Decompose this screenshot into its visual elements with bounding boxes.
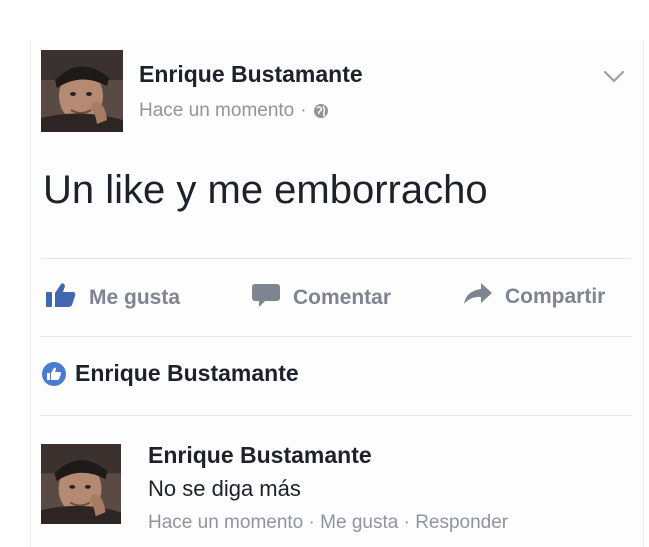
comment-button[interactable]: Comentar: [251, 282, 391, 314]
share-arrow-icon: [463, 282, 493, 312]
divider: [41, 258, 631, 259]
comment-meta: Hace un momento · Me gusta · Responder: [148, 512, 508, 534]
comment-reply-link[interactable]: Responder: [415, 512, 508, 533]
post-time[interactable]: Hace un momento: [139, 100, 294, 122]
comment: Enrique Bustamante No se diga más Hace u…: [41, 440, 631, 540]
meta-separator: ·: [403, 512, 410, 533]
share-button[interactable]: Compartir: [463, 282, 605, 312]
globe-icon[interactable]: [313, 103, 329, 119]
post-actions: Me gusta Comentar Compartir: [41, 272, 633, 322]
meta-separator: ·: [300, 100, 307, 121]
commenter-avatar[interactable]: [41, 444, 121, 524]
likes-summary: Enrique Bustamante: [41, 360, 299, 387]
comment-icon: [251, 282, 281, 314]
likes-name[interactable]: Enrique Bustamante: [75, 360, 299, 387]
divider: [41, 336, 631, 337]
meta-separator: ·: [308, 512, 315, 533]
thumbs-up-icon: [45, 282, 77, 314]
share-label: Compartir: [505, 285, 606, 308]
like-badge-icon: [41, 361, 67, 387]
comment-label: Comentar: [293, 286, 392, 309]
author-avatar[interactable]: [41, 50, 123, 132]
like-button[interactable]: Me gusta: [45, 282, 180, 314]
comment-time[interactable]: Hace un momento: [148, 512, 303, 533]
post-header: Enrique Bustamante Hace un momento ·: [41, 50, 631, 134]
post-author-name[interactable]: Enrique Bustamante: [139, 61, 363, 88]
post-meta: Hace un momento ·: [139, 100, 329, 122]
divider: [41, 415, 631, 416]
like-label: Me gusta: [89, 286, 181, 309]
post-card: Enrique Bustamante Hace un momento · Un …: [30, 40, 644, 547]
comment-author-name[interactable]: Enrique Bustamante: [148, 442, 372, 469]
comment-text: No se diga más: [148, 476, 301, 501]
comment-like-link[interactable]: Me gusta: [320, 512, 398, 533]
chevron-down-icon[interactable]: [603, 70, 625, 84]
post-text: Un like y me emborracho: [43, 168, 488, 212]
